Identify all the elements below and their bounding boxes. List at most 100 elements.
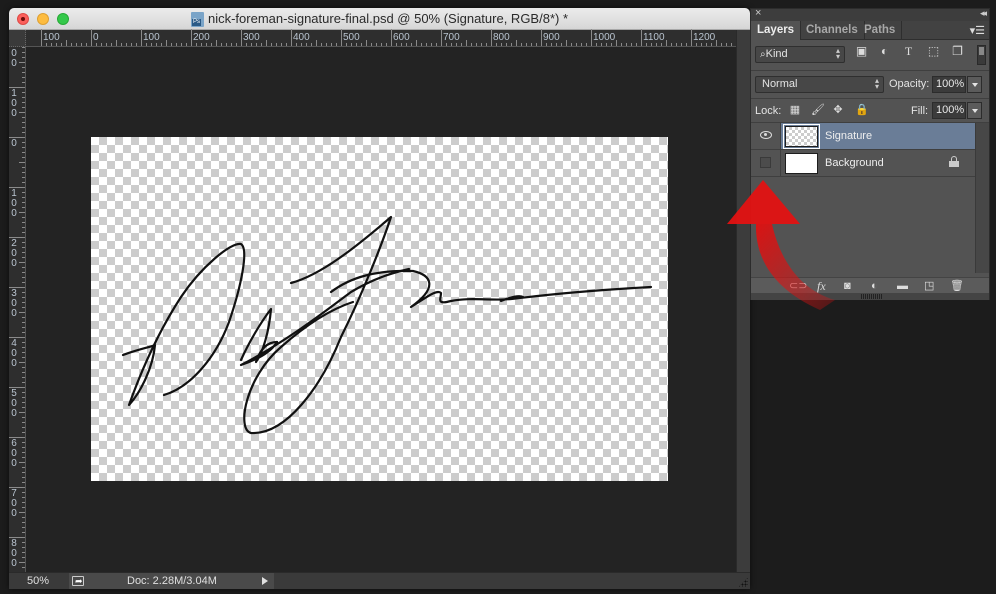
tab-channels[interactable]: Channels (800, 21, 865, 40)
ruler-minor-tick (221, 43, 222, 46)
canvas-area[interactable] (27, 48, 736, 572)
close-window-button[interactable] (17, 13, 29, 25)
status-info[interactable]: Doc: 2.28M/3.04M (69, 573, 274, 589)
panel-menu-icon[interactable]: ▾☰ (970, 24, 985, 37)
ruler-label: 0 (93, 32, 99, 43)
ruler-minor-tick (22, 552, 25, 553)
link-layers-icon[interactable]: ⊂⊃ (789, 279, 807, 293)
ruler-label: 200 (11, 238, 17, 269)
fill-dropdown-arrow[interactable] (967, 102, 982, 119)
share-icon[interactable] (72, 573, 84, 589)
layers-list: Signature Background (751, 123, 975, 273)
ruler-minor-tick (186, 43, 187, 46)
lock-image-pixels-icon[interactable]: 🖌 (811, 104, 825, 116)
ruler-minor-tick (661, 43, 662, 46)
ruler-label: 1000 (593, 32, 616, 43)
ruler-minor-tick (126, 43, 127, 46)
layer-name[interactable]: Signature (825, 130, 872, 142)
layer-row-background[interactable]: Background (751, 150, 975, 177)
blend-mode-dropdown[interactable]: Normal ▴ ▾ (755, 76, 884, 93)
layer-name[interactable]: Background (825, 157, 884, 169)
ruler-origin[interactable] (9, 30, 26, 47)
shape-filter-icon[interactable]: ⬚ (927, 45, 940, 58)
smart-object-filter-icon[interactable]: ❐ (951, 45, 964, 58)
ruler-minor-tick (22, 142, 25, 143)
artboard[interactable] (91, 137, 668, 481)
zoom-level[interactable]: 50% (27, 573, 49, 589)
filter-kind-dropdown[interactable]: ⌕Kind ▴ ▾ (755, 46, 845, 63)
ruler-minor-tick (22, 257, 25, 258)
ruler-minor-tick (22, 372, 25, 373)
ruler-minor-tick (336, 43, 337, 46)
type-filter-icon[interactable]: T (902, 45, 915, 58)
lock-position-icon[interactable]: ✥ (832, 104, 844, 116)
opacity-dropdown-arrow[interactable] (967, 76, 982, 93)
ruler-minor-tick (22, 292, 25, 293)
ruler-minor-tick (22, 92, 25, 93)
ruler-minor-tick (22, 232, 25, 233)
ruler-minor-tick (22, 332, 25, 333)
ruler-minor-tick (22, 202, 25, 203)
ruler-label: 400 (11, 338, 17, 369)
fx-icon[interactable]: fx (817, 279, 826, 293)
adjustment-layer-icon[interactable]: ◐ (871, 279, 878, 293)
ruler-major-tick (541, 29, 542, 46)
ruler-minor-tick (536, 43, 537, 46)
vertical-scrollbar[interactable] (736, 30, 750, 572)
ruler-minor-tick (22, 97, 25, 98)
horizontal-ruler[interactable]: 100 0 100 200 300 400 500 600 700 800 900 1000 1100 1… (26, 29, 737, 47)
close-panel-icon[interactable]: × (755, 7, 761, 19)
ruler-minor-tick (51, 43, 52, 46)
ruler-minor-tick (256, 43, 257, 46)
opacity-input[interactable]: 100% (932, 76, 966, 93)
add-mask-icon[interactable]: ◙ (844, 279, 851, 293)
ruler-major-tick (641, 29, 642, 46)
panel-footer: ⊂⊃ fx ◙ ◐ ▬ ◳ 🗑 (751, 277, 989, 293)
collapse-panel-icon[interactable]: ◂◂ (980, 8, 987, 19)
delete-layer-icon[interactable]: 🗑 (950, 279, 964, 293)
minimize-window-button[interactable] (37, 13, 49, 25)
ruler-minor-tick (22, 377, 25, 378)
ruler-minor-tick (561, 43, 562, 46)
status-menu-arrow-icon[interactable] (262, 577, 268, 585)
lock-transparency-icon[interactable]: ▦ (789, 104, 801, 116)
ruler-minor-tick (22, 382, 25, 383)
layers-scrollbar[interactable] (975, 123, 989, 273)
fill-input[interactable]: 100% (932, 102, 966, 119)
adjustment-filter-icon[interactable]: ◐ (878, 45, 891, 58)
ruler-minor-tick (76, 43, 77, 46)
visibility-toggle[interactable] (751, 150, 781, 176)
ruler-minor-tick (466, 40, 467, 46)
ruler-minor-tick (22, 352, 25, 353)
ruler-major-tick (191, 29, 192, 46)
ruler-minor-tick (356, 43, 357, 46)
ruler-minor-tick (146, 43, 147, 46)
status-bar: 50% Doc: 2.28M/3.04M (9, 572, 750, 589)
ruler-major-tick (291, 29, 292, 46)
ruler-minor-tick (656, 43, 657, 46)
layer-row-signature[interactable]: Signature (751, 123, 975, 150)
filter-toggle[interactable] (977, 45, 986, 65)
layer-thumbnail (785, 153, 818, 174)
ruler-minor-tick (406, 43, 407, 46)
tab-layers[interactable]: Layers (751, 21, 802, 40)
ruler-minor-tick (22, 492, 25, 493)
visibility-toggle[interactable] (751, 123, 781, 149)
pixel-filter-icon[interactable]: ▣ (855, 45, 868, 58)
ruler-minor-tick (22, 532, 25, 533)
vertical-ruler[interactable]: 00 100 0 100 200 300 400 500 600 700 800 (9, 47, 26, 583)
ruler-minor-tick (22, 317, 25, 318)
lock-all-icon[interactable]: 🔒 (855, 104, 869, 116)
ruler-minor-tick (251, 43, 252, 46)
ruler-minor-tick (171, 43, 172, 46)
title-bar[interactable]: nick-foreman-signature-final.psd @ 50% (… (9, 8, 750, 30)
ruler-minor-tick (231, 43, 232, 46)
new-layer-icon[interactable]: ◳ (924, 279, 934, 293)
ruler-minor-tick (626, 43, 627, 46)
new-group-icon[interactable]: ▬ (897, 279, 908, 293)
panel-resize-bar[interactable] (751, 293, 989, 300)
resize-grip[interactable] (738, 577, 748, 587)
zoom-window-button[interactable] (57, 13, 69, 25)
lock-icon[interactable] (949, 156, 959, 168)
tab-paths[interactable]: Paths (858, 21, 903, 40)
